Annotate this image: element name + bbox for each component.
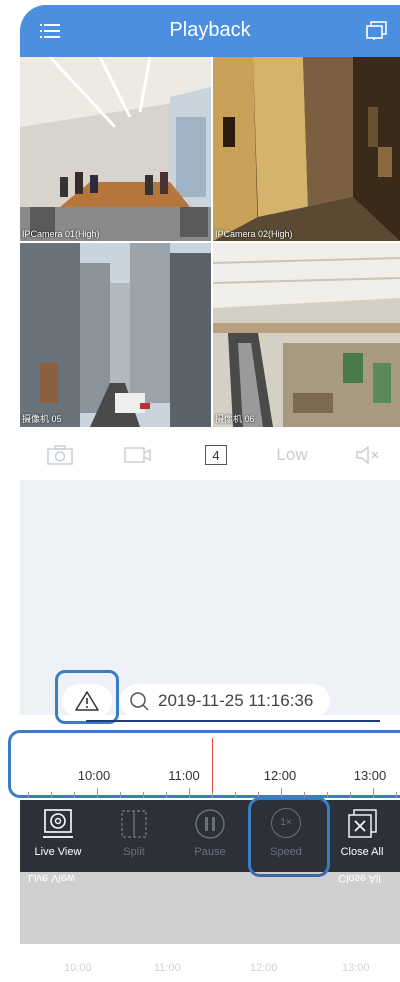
warning-icon — [75, 691, 99, 711]
conference-room-feed — [20, 57, 211, 241]
camera-caption: 摄像机 05 — [22, 414, 62, 424]
live-view-button[interactable]: Live View — [20, 800, 96, 872]
camera-caption: IPCamera 02(High) — [215, 229, 293, 239]
timeline-tick — [212, 792, 213, 798]
timeline-tick — [143, 792, 144, 798]
app-header: Playback — [20, 5, 400, 57]
speed-highlight — [248, 797, 330, 877]
reflection-time: 13:00 — [342, 962, 370, 974]
snapshot-button[interactable] — [42, 438, 78, 472]
bottom-bar: Live View Split Pause 1× Speed Close All — [20, 800, 400, 872]
reflection-time: 10:00 — [64, 962, 92, 974]
camera-caption: IPCamera 01(High) — [22, 229, 100, 239]
record-button[interactable] — [120, 438, 156, 472]
camera-tile[interactable]: IPCamera 01(High) — [20, 57, 211, 241]
camera-tile[interactable]: 摄像机 06 — [213, 243, 400, 427]
timeline-tick — [28, 792, 29, 798]
split-count-button[interactable]: 4 — [198, 438, 234, 472]
close-all-button[interactable]: Close All — [324, 800, 400, 872]
timeline-tick — [235, 792, 236, 798]
timeline-tick — [97, 788, 98, 798]
mall-atrium-feed — [213, 243, 400, 427]
split-screen-icon — [121, 810, 147, 838]
search-datetime: 2019-11-25 11:16:36 — [158, 691, 314, 710]
timeline-label: 11:00 — [168, 768, 200, 783]
warning-button[interactable] — [62, 684, 112, 718]
close-all-label: Close All — [340, 846, 384, 858]
camera-icon — [47, 445, 73, 465]
search-underline — [86, 720, 380, 722]
video-grid: IPCamera 01(High) IPCamera 02(High) 摄像机 … — [20, 57, 400, 427]
timeline-tick — [51, 792, 52, 798]
pause-icon — [195, 809, 225, 839]
timeline-tick — [166, 792, 167, 798]
timeline-tick — [373, 788, 374, 798]
camera-tile[interactable]: 摄像机 05 — [20, 243, 211, 427]
city-street-feed — [20, 243, 211, 427]
timeline-tick — [189, 788, 190, 798]
split-button[interactable]: Split — [96, 800, 172, 872]
mute-button[interactable] — [350, 438, 386, 472]
timeline-tick — [74, 792, 75, 798]
record-video-icon — [124, 447, 151, 463]
timeline-label: 10:00 — [77, 768, 111, 783]
playback-toolbar: 4 Low — [20, 438, 400, 472]
reflection-time: 11:00 — [154, 962, 181, 974]
speaker-mute-icon — [356, 445, 379, 465]
timeline-label: 12:00 — [263, 768, 297, 783]
camera-caption: 摄像机 06 — [215, 414, 255, 424]
timeline-label: 13:00 — [353, 768, 387, 783]
reflection: Live View Close All 10:00 11:00 12:00 13… — [20, 872, 400, 982]
monitor-icon — [43, 809, 73, 838]
split-label: Split — [123, 846, 145, 858]
quality-button[interactable]: Low — [270, 438, 314, 472]
time-search[interactable]: 2019-11-25 11:16:36 — [120, 684, 330, 718]
split-count: 4 — [205, 445, 227, 465]
reflection-label: Live View — [28, 872, 75, 884]
pause-button[interactable]: Pause — [172, 800, 248, 872]
reflection-label: Close All — [338, 872, 381, 884]
close-all-icon — [348, 809, 377, 838]
timeline-highlight — [8, 730, 400, 798]
timeline-tick — [327, 792, 328, 798]
reflection-time: 12:00 — [250, 962, 278, 974]
live-view-label: Live View — [34, 846, 82, 858]
pause-label: Pause — [194, 846, 226, 858]
page-title: Playback — [169, 19, 251, 41]
screen-cast-icon[interactable] — [366, 21, 388, 41]
timeline-tick — [350, 792, 351, 798]
timeline-tick — [396, 792, 397, 798]
camera-tile[interactable]: IPCamera 02(High) — [213, 57, 400, 241]
timeline-tick — [120, 792, 121, 798]
street-feed — [213, 57, 400, 241]
search-icon — [130, 692, 149, 711]
